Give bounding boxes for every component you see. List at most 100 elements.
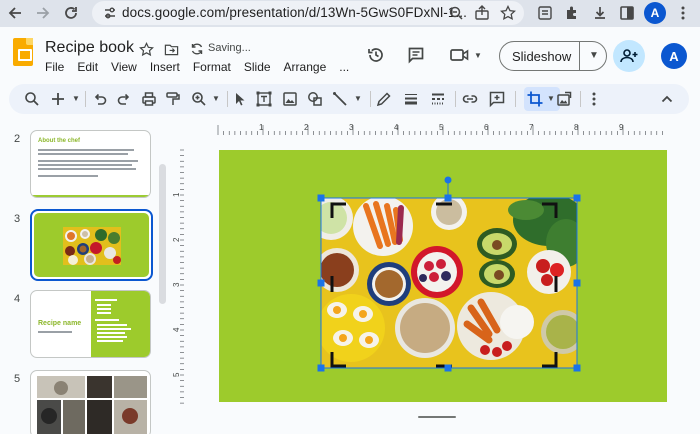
collapse-icon[interactable] bbox=[658, 90, 676, 108]
menu-insert[interactable]: Insert bbox=[150, 60, 180, 74]
link-icon[interactable] bbox=[461, 90, 479, 108]
browser-menu-icon[interactable] bbox=[672, 2, 694, 24]
slides-logo-icon[interactable] bbox=[13, 38, 33, 66]
ruler-label: 4 bbox=[394, 123, 399, 132]
menu-view[interactable]: View bbox=[111, 60, 137, 74]
thumb-panel-line bbox=[95, 319, 119, 321]
pen-icon[interactable] bbox=[375, 90, 393, 108]
share-button[interactable] bbox=[613, 40, 645, 72]
thumb-text-line bbox=[38, 160, 138, 162]
slideshow-button[interactable]: Slideshow ▼ bbox=[499, 41, 607, 71]
thumb-title: About the chef bbox=[38, 138, 80, 144]
menu-slide[interactable]: Slide bbox=[244, 60, 271, 74]
search-icon[interactable] bbox=[23, 90, 41, 108]
print-icon[interactable] bbox=[140, 90, 158, 108]
menu-edit[interactable]: Edit bbox=[77, 60, 98, 74]
thumb-panel-line bbox=[97, 340, 123, 342]
side-panel-icon[interactable] bbox=[616, 2, 638, 24]
slideshow-dropdown-icon[interactable]: ▼ bbox=[589, 50, 599, 61]
thumb-panel-line bbox=[97, 332, 125, 334]
thumb-panel-line bbox=[95, 299, 117, 301]
toolbar-separator bbox=[227, 91, 228, 107]
toolbar-separator bbox=[455, 91, 456, 107]
slide-number: 2 bbox=[14, 133, 21, 145]
back-icon[interactable] bbox=[4, 2, 26, 24]
ruler-label: 2 bbox=[172, 237, 181, 242]
share-page-icon[interactable] bbox=[474, 5, 490, 21]
image-icon[interactable] bbox=[281, 90, 299, 108]
slideshow-label: Slideshow bbox=[512, 49, 572, 64]
ruler-label: 1 bbox=[259, 123, 264, 132]
toolbar-separator bbox=[370, 91, 371, 107]
slide-thumbnail-3[interactable] bbox=[30, 209, 153, 281]
zoom-icon[interactable] bbox=[190, 90, 208, 108]
download-icon[interactable] bbox=[589, 2, 611, 24]
food-image[interactable] bbox=[321, 198, 577, 368]
food-bowls-illustration bbox=[321, 198, 577, 368]
ruler-label: 1 bbox=[172, 192, 181, 197]
meet-icon[interactable]: ▼ bbox=[446, 40, 486, 70]
menu-format[interactable]: Format bbox=[193, 60, 231, 74]
user-avatar[interactable]: A bbox=[661, 43, 687, 69]
reload-icon[interactable] bbox=[60, 2, 82, 24]
slide-number: 5 bbox=[14, 373, 21, 385]
thumb-panel-line bbox=[97, 312, 111, 314]
site-info-icon[interactable] bbox=[102, 5, 118, 21]
border-weight-icon[interactable] bbox=[402, 90, 420, 108]
slideshow-divider bbox=[579, 42, 580, 70]
app-header: Recipe book Saving... File Edit View Ins… bbox=[0, 27, 700, 82]
thumb-food-image bbox=[63, 227, 121, 265]
more-icon[interactable] bbox=[585, 90, 603, 108]
redo-icon[interactable] bbox=[115, 90, 133, 108]
replace-image-icon[interactable] bbox=[555, 90, 573, 108]
url-text[interactable]: docs.google.com/presentation/d/13Wn-5GwS… bbox=[122, 5, 467, 20]
text-box-icon[interactable] bbox=[255, 90, 273, 108]
slide-thumbnail-5[interactable] bbox=[30, 370, 151, 434]
move-folder-icon[interactable] bbox=[163, 42, 179, 58]
document-title[interactable]: Recipe book bbox=[45, 39, 134, 57]
filmstrip-scrollbar[interactable] bbox=[159, 164, 166, 304]
slide-thumbnail-2[interactable]: About the chef bbox=[30, 130, 151, 198]
line-icon[interactable] bbox=[331, 90, 349, 108]
star-icon[interactable] bbox=[138, 41, 154, 58]
new-slide-dropdown-icon[interactable]: ▼ bbox=[67, 90, 85, 108]
vertical-ruler: 1 2 3 4 5 bbox=[172, 149, 184, 404]
slide-thumbnail-4[interactable]: Recipe name bbox=[30, 290, 151, 358]
filmstrip: 2 About the chef 3 4 Recipe name 5 bbox=[0, 121, 172, 434]
menu-more[interactable]: ... bbox=[339, 60, 349, 74]
toolbar-separator bbox=[515, 91, 516, 107]
forward-icon[interactable] bbox=[32, 2, 54, 24]
comment-icon[interactable] bbox=[488, 90, 506, 108]
comments-icon[interactable] bbox=[401, 40, 431, 70]
ruler-label: 4 bbox=[172, 327, 181, 332]
speaker-notes-drag-handle[interactable] bbox=[418, 416, 456, 418]
browser-profile-avatar[interactable]: A bbox=[644, 2, 666, 24]
thumb-panel-line bbox=[97, 336, 127, 338]
version-history-icon[interactable] bbox=[361, 40, 391, 70]
extensions-icon[interactable] bbox=[561, 2, 583, 24]
address-bar[interactable]: docs.google.com/presentation/d/13Wn-5GwS… bbox=[92, 1, 524, 25]
border-dash-icon[interactable] bbox=[429, 90, 447, 108]
line-dropdown-icon[interactable]: ▼ bbox=[349, 90, 367, 108]
shape-icon[interactable] bbox=[306, 90, 324, 108]
ruler-label: 2 bbox=[304, 123, 309, 132]
ruler-label: 3 bbox=[172, 282, 181, 287]
ruler-label: 5 bbox=[172, 372, 181, 377]
select-icon[interactable] bbox=[231, 90, 249, 108]
slide-number: 4 bbox=[14, 293, 21, 305]
thumb-text-line bbox=[38, 164, 132, 166]
new-slide-icon[interactable] bbox=[49, 90, 67, 108]
paint-format-icon[interactable] bbox=[164, 90, 182, 108]
zoom-dropdown-icon[interactable]: ▼ bbox=[207, 90, 225, 108]
thumb-photo-grid bbox=[37, 376, 147, 434]
toolbar-separator bbox=[85, 91, 86, 107]
thumb-title: Recipe name bbox=[38, 320, 82, 327]
menu-arrange[interactable]: Arrange bbox=[284, 60, 327, 74]
menu-file[interactable]: File bbox=[45, 60, 64, 74]
bookmark-star-icon[interactable] bbox=[500, 4, 516, 21]
ruler-label: 7 bbox=[529, 123, 534, 132]
undo-icon[interactable] bbox=[91, 90, 109, 108]
thumb-panel-line bbox=[97, 328, 131, 330]
zoom-lens-icon[interactable] bbox=[448, 5, 464, 21]
reader-mode-icon[interactable] bbox=[534, 2, 556, 24]
